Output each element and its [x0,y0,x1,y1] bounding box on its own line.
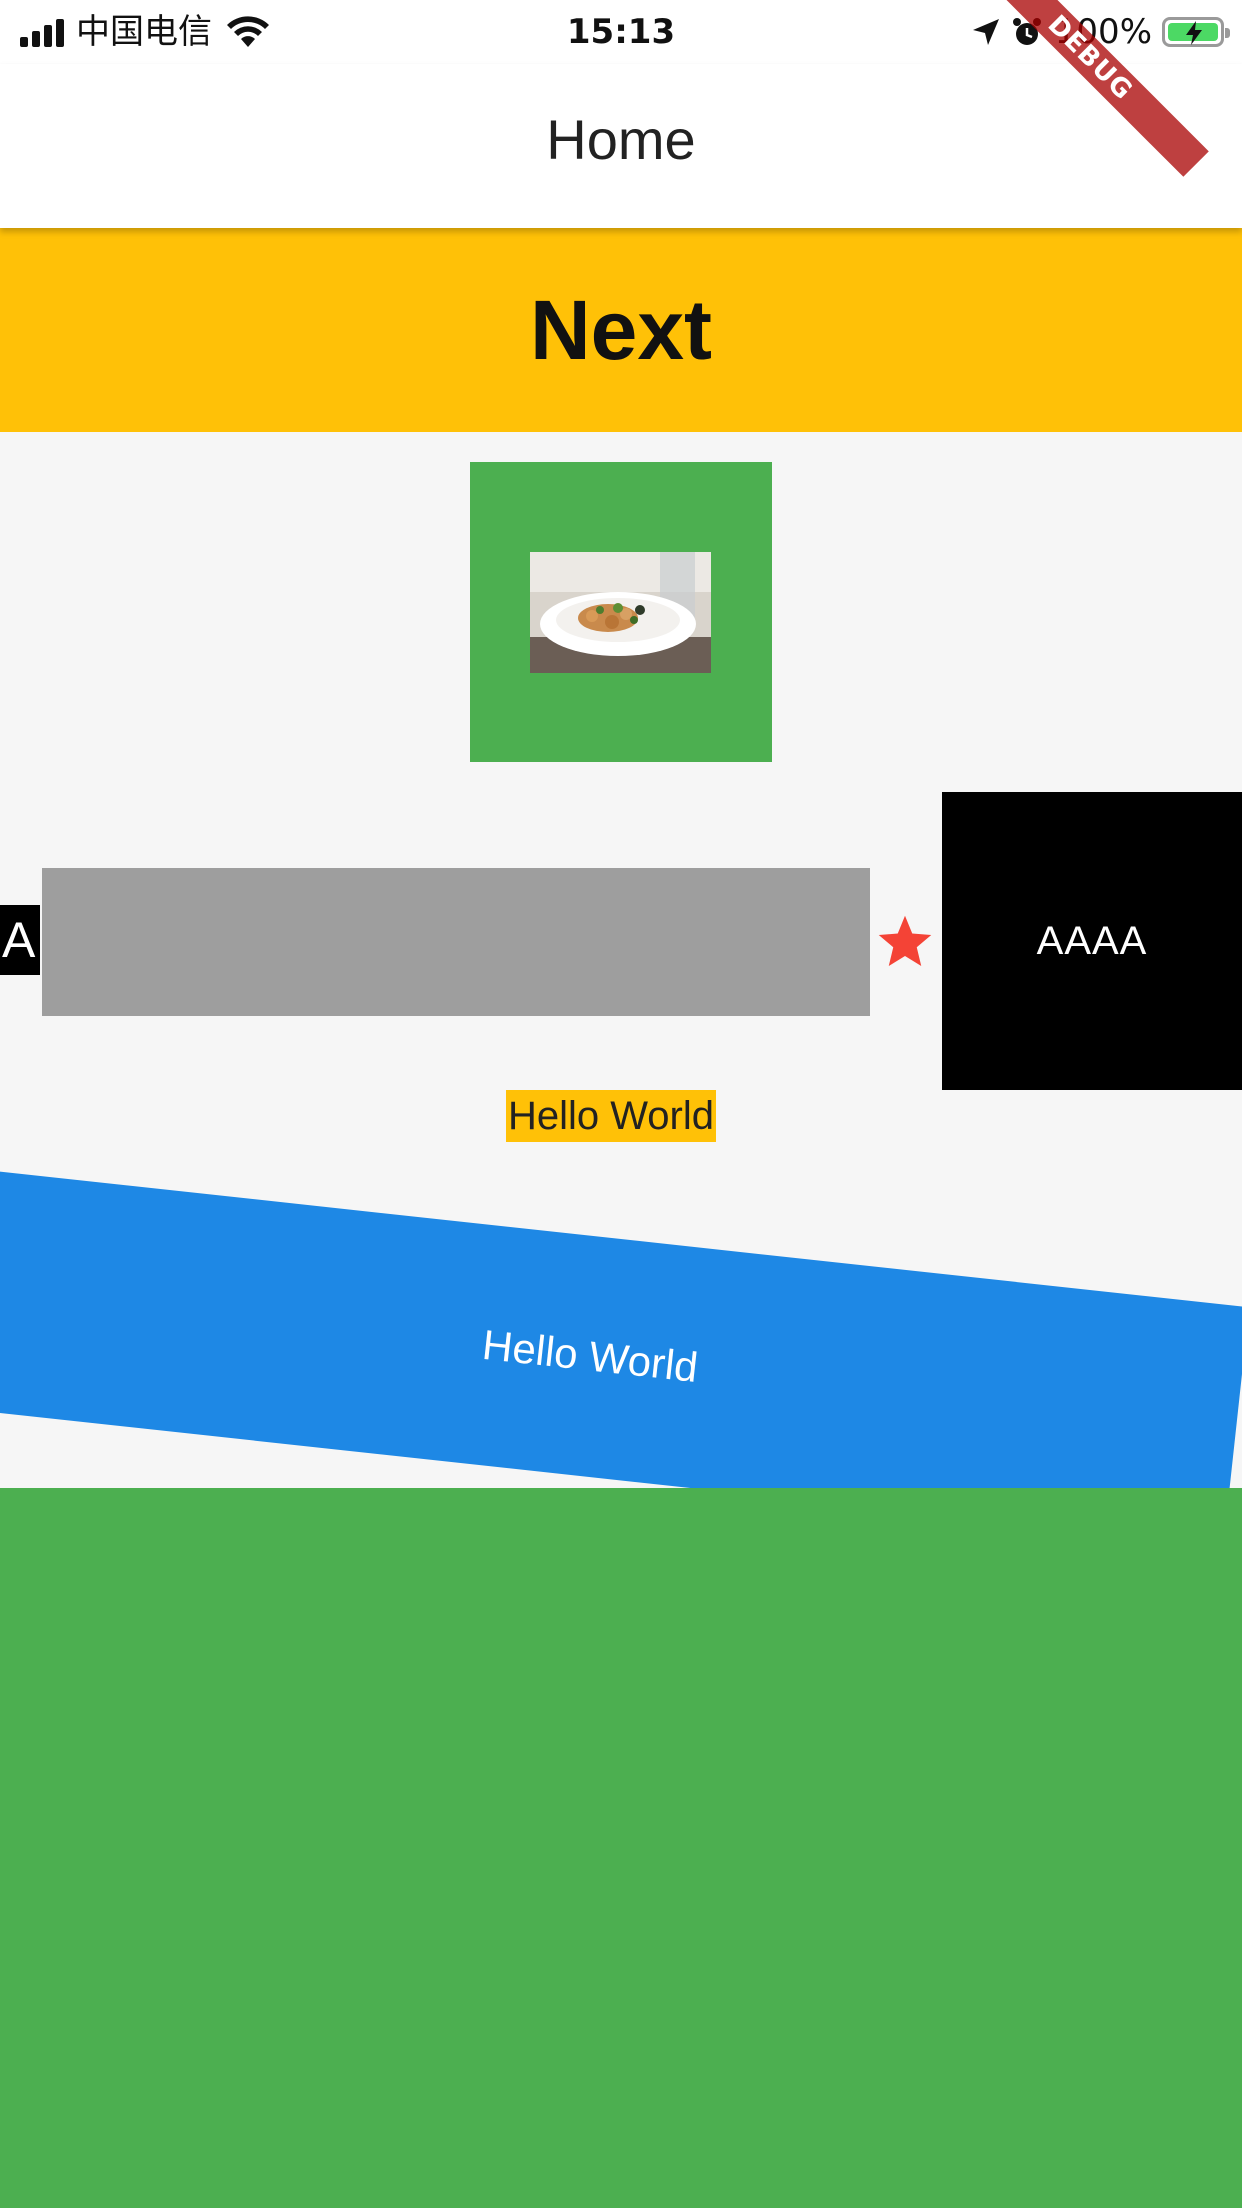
rotated-hello-world: Hello World [480,1320,701,1391]
food-image [530,552,711,673]
a-label: A [0,905,40,975]
rotated-blue-box: Hello World [0,1170,1242,1490]
star-icon [878,915,932,966]
bottom-green-area [0,1488,1242,2208]
location-icon [972,19,999,45]
page-title: Home [546,108,696,171]
app-bar: Home [0,64,1242,228]
blue-box-area: Hello World [0,1000,1242,1490]
charging-bolt-icon [1186,21,1202,45]
gray-box [42,868,870,1016]
next-button[interactable]: Next [0,228,1242,432]
image-container [470,462,772,762]
battery-icon [1162,17,1230,47]
